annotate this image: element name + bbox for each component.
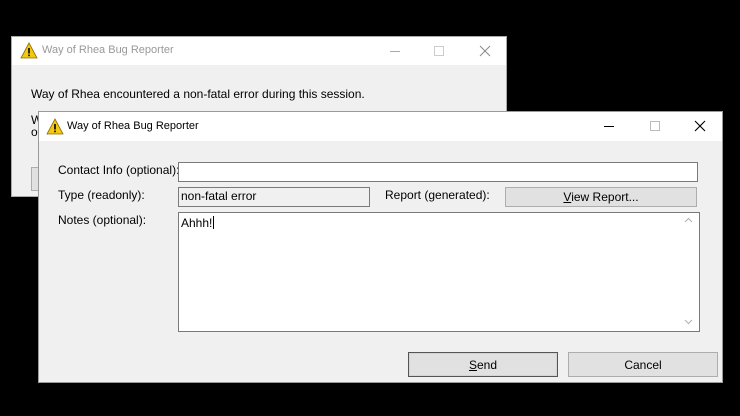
send-button[interactable]: Send bbox=[408, 352, 558, 377]
notes-text: Ahhh! bbox=[181, 216, 215, 230]
close-icon bbox=[479, 45, 491, 57]
minimize-icon bbox=[390, 51, 400, 52]
close-icon bbox=[694, 120, 706, 132]
view-report-button[interactable]: View Report... bbox=[505, 187, 697, 207]
notes-scrollbar[interactable] bbox=[680, 212, 698, 332]
scroll-down-icon[interactable] bbox=[684, 319, 693, 325]
type-field: non-fatal error bbox=[178, 187, 370, 207]
error-message: Way of Rhea encountered a non-fatal erro… bbox=[31, 87, 365, 101]
warning-icon bbox=[20, 42, 38, 59]
obscured-text: o bbox=[31, 125, 38, 139]
minimize-icon bbox=[604, 126, 614, 127]
maximize-button[interactable] bbox=[636, 112, 674, 140]
front-titlebar[interactable]: Way of Rhea Bug Reporter bbox=[39, 112, 722, 141]
contact-info-input[interactable] bbox=[178, 162, 698, 182]
type-label: Type (readonly): bbox=[58, 188, 145, 202]
send-label: end bbox=[476, 357, 498, 372]
scroll-up-icon[interactable] bbox=[684, 217, 693, 223]
back-close-button[interactable] bbox=[466, 37, 504, 65]
report-label: Report (generated): bbox=[385, 188, 490, 202]
cancel-button[interactable]: Cancel bbox=[568, 352, 718, 377]
close-button[interactable] bbox=[681, 112, 719, 140]
notes-label: Notes (optional): bbox=[58, 213, 147, 227]
minimize-button[interactable] bbox=[590, 112, 628, 140]
view-report-label: iew Report... bbox=[571, 190, 639, 204]
notes-textarea[interactable]: Ahhh! bbox=[178, 212, 700, 332]
back-minimize-button[interactable] bbox=[376, 37, 414, 65]
contact-info-label: Contact Info (optional): bbox=[58, 163, 180, 177]
maximize-icon bbox=[650, 121, 660, 131]
bug-reporter-window[interactable]: Way of Rhea Bug Reporter Contact Info (o… bbox=[38, 111, 723, 383]
back-window-title: Way of Rhea Bug Reporter bbox=[42, 44, 174, 56]
back-maximize-button[interactable] bbox=[420, 37, 458, 65]
maximize-icon bbox=[434, 46, 444, 56]
text-caret bbox=[213, 216, 215, 229]
window-title: Way of Rhea Bug Reporter bbox=[67, 120, 199, 132]
warning-icon bbox=[46, 118, 64, 135]
back-titlebar[interactable]: Way of Rhea Bug Reporter bbox=[12, 37, 506, 65]
